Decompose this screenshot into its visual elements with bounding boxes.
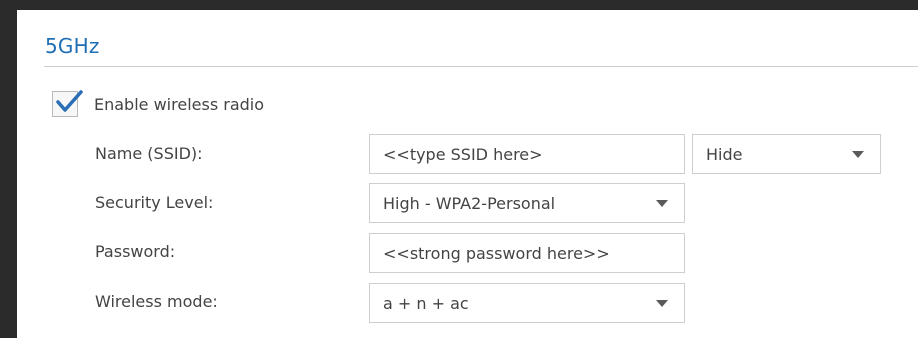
enable-radio-checkbox[interactable] <box>52 90 83 117</box>
wireless-settings-panel: 5GHz Enable wireless radio Name (SSID): … <box>17 10 918 338</box>
chevron-down-icon <box>656 300 668 307</box>
password-input[interactable]: <<strong password here>> <box>369 233 685 273</box>
ssid-visibility-value: Hide <box>706 144 743 164</box>
chevron-down-icon <box>852 151 864 158</box>
security-label: Security Level: <box>95 193 214 212</box>
chevron-down-icon <box>656 200 668 207</box>
checkmark-icon <box>56 90 83 112</box>
wireless-mode-label: Wireless mode: <box>95 292 218 311</box>
ssid-input-value: <<type SSID here> <box>383 144 543 164</box>
section-title: 5GHz <box>45 34 100 58</box>
enable-radio-row: Enable wireless radio <box>52 88 264 120</box>
security-level-value: High - WPA2-Personal <box>383 193 556 213</box>
password-input-value: <<strong password here>> <box>383 243 610 263</box>
wireless-mode-value: a + n + ac <box>383 293 469 313</box>
security-level-select[interactable]: High - WPA2-Personal <box>369 183 685 223</box>
ssid-label: Name (SSID): <box>95 144 203 163</box>
enable-radio-label: Enable wireless radio <box>94 94 265 114</box>
ssid-input[interactable]: <<type SSID here> <box>369 134 685 174</box>
ssid-visibility-select[interactable]: Hide <box>692 134 881 174</box>
password-label: Password: <box>95 242 176 261</box>
wireless-mode-select[interactable]: a + n + ac <box>369 283 685 323</box>
section-divider <box>44 66 918 67</box>
